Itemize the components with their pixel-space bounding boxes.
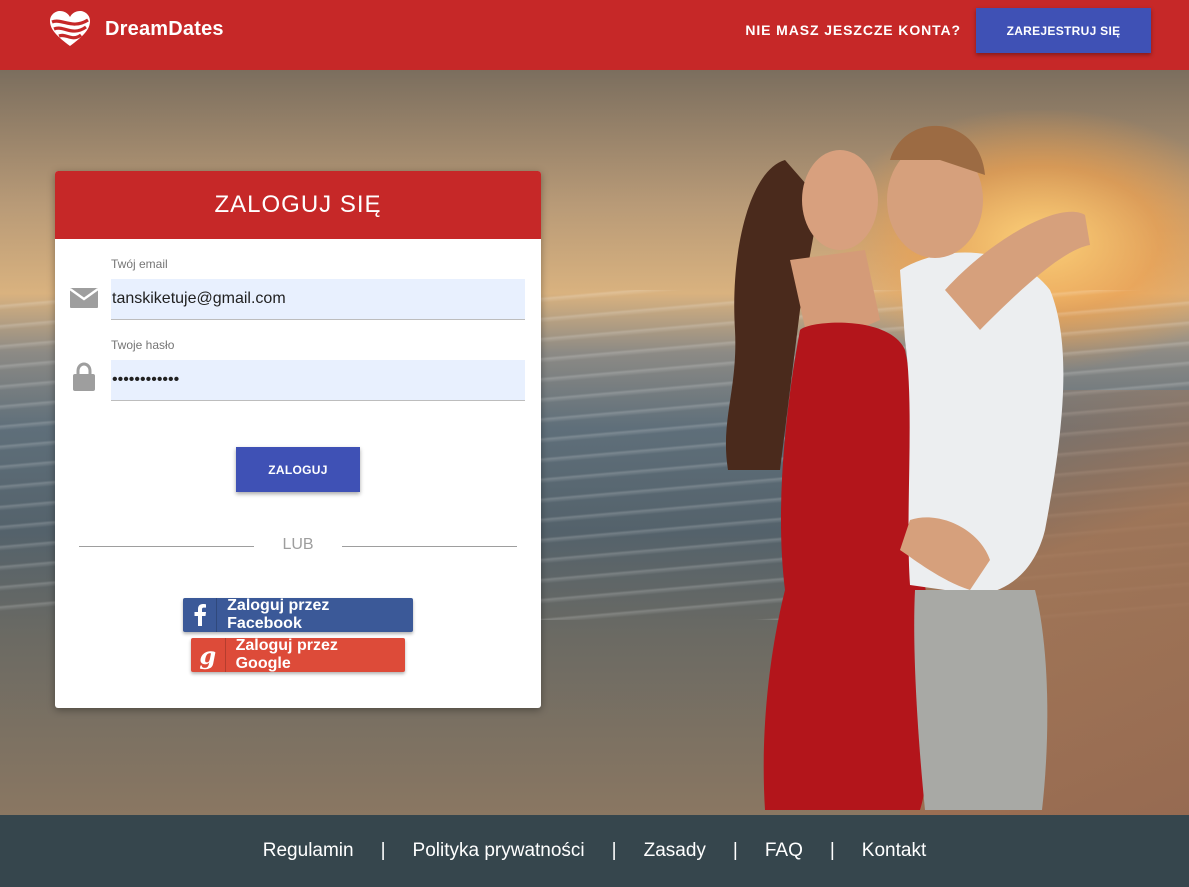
email-field[interactable]	[111, 279, 525, 320]
facebook-login-button[interactable]: Zaloguj przez Facebook	[183, 597, 413, 632]
login-card: ZALOGUJ SIĘ Twój email Twoje hasło ZALOG…	[55, 171, 541, 708]
password-label: Twoje hasło	[111, 338, 175, 352]
top-bar: DreamDates NIE MASZ JESZCZE KONTA? ZAREJ…	[0, 0, 1189, 70]
footer-link-privacy[interactable]: Polityka prywatności	[413, 840, 585, 862]
footer-separator: |	[380, 840, 386, 861]
logo[interactable]: DreamDates	[48, 10, 224, 48]
heart-stripes-icon	[50, 11, 90, 46]
password-field[interactable]	[111, 360, 525, 401]
email-label: Twój email	[111, 257, 168, 271]
google-login-label: Zaloguj przez Google	[235, 637, 338, 672]
or-divider-text: LUB	[282, 536, 314, 553]
login-title: ZALOGUJ SIĘ	[55, 171, 541, 239]
couple-photo	[725, 125, 1090, 810]
register-button[interactable]: ZAREJESTRUJ SIĘ	[976, 8, 1151, 53]
no-account-text: NIE MASZ JESZCZE KONTA?	[745, 22, 961, 38]
google-icon: g	[191, 638, 226, 672]
footer-separator: |	[732, 840, 738, 861]
footer-link-rules[interactable]: Zasady	[644, 840, 706, 862]
footer-separator: |	[611, 840, 617, 861]
logo-text: DreamDates	[105, 17, 224, 40]
divider-right	[342, 546, 517, 547]
footer: Regulamin | Polityka prywatności | Zasad…	[0, 815, 1189, 887]
footer-link-regulamin[interactable]: Regulamin	[263, 840, 354, 862]
footer-link-faq[interactable]: FAQ	[765, 840, 803, 862]
lock-icon	[73, 362, 95, 391]
facebook-login-label: Zaloguj przez Facebook	[227, 597, 330, 632]
footer-link-contact[interactable]: Kontakt	[862, 840, 926, 862]
facebook-icon	[183, 598, 218, 632]
google-login-button[interactable]: g Zaloguj przez Google	[191, 637, 405, 672]
footer-separator: |	[829, 840, 835, 861]
envelope-icon	[69, 288, 99, 308]
login-button[interactable]: ZALOGUJ	[236, 447, 360, 492]
